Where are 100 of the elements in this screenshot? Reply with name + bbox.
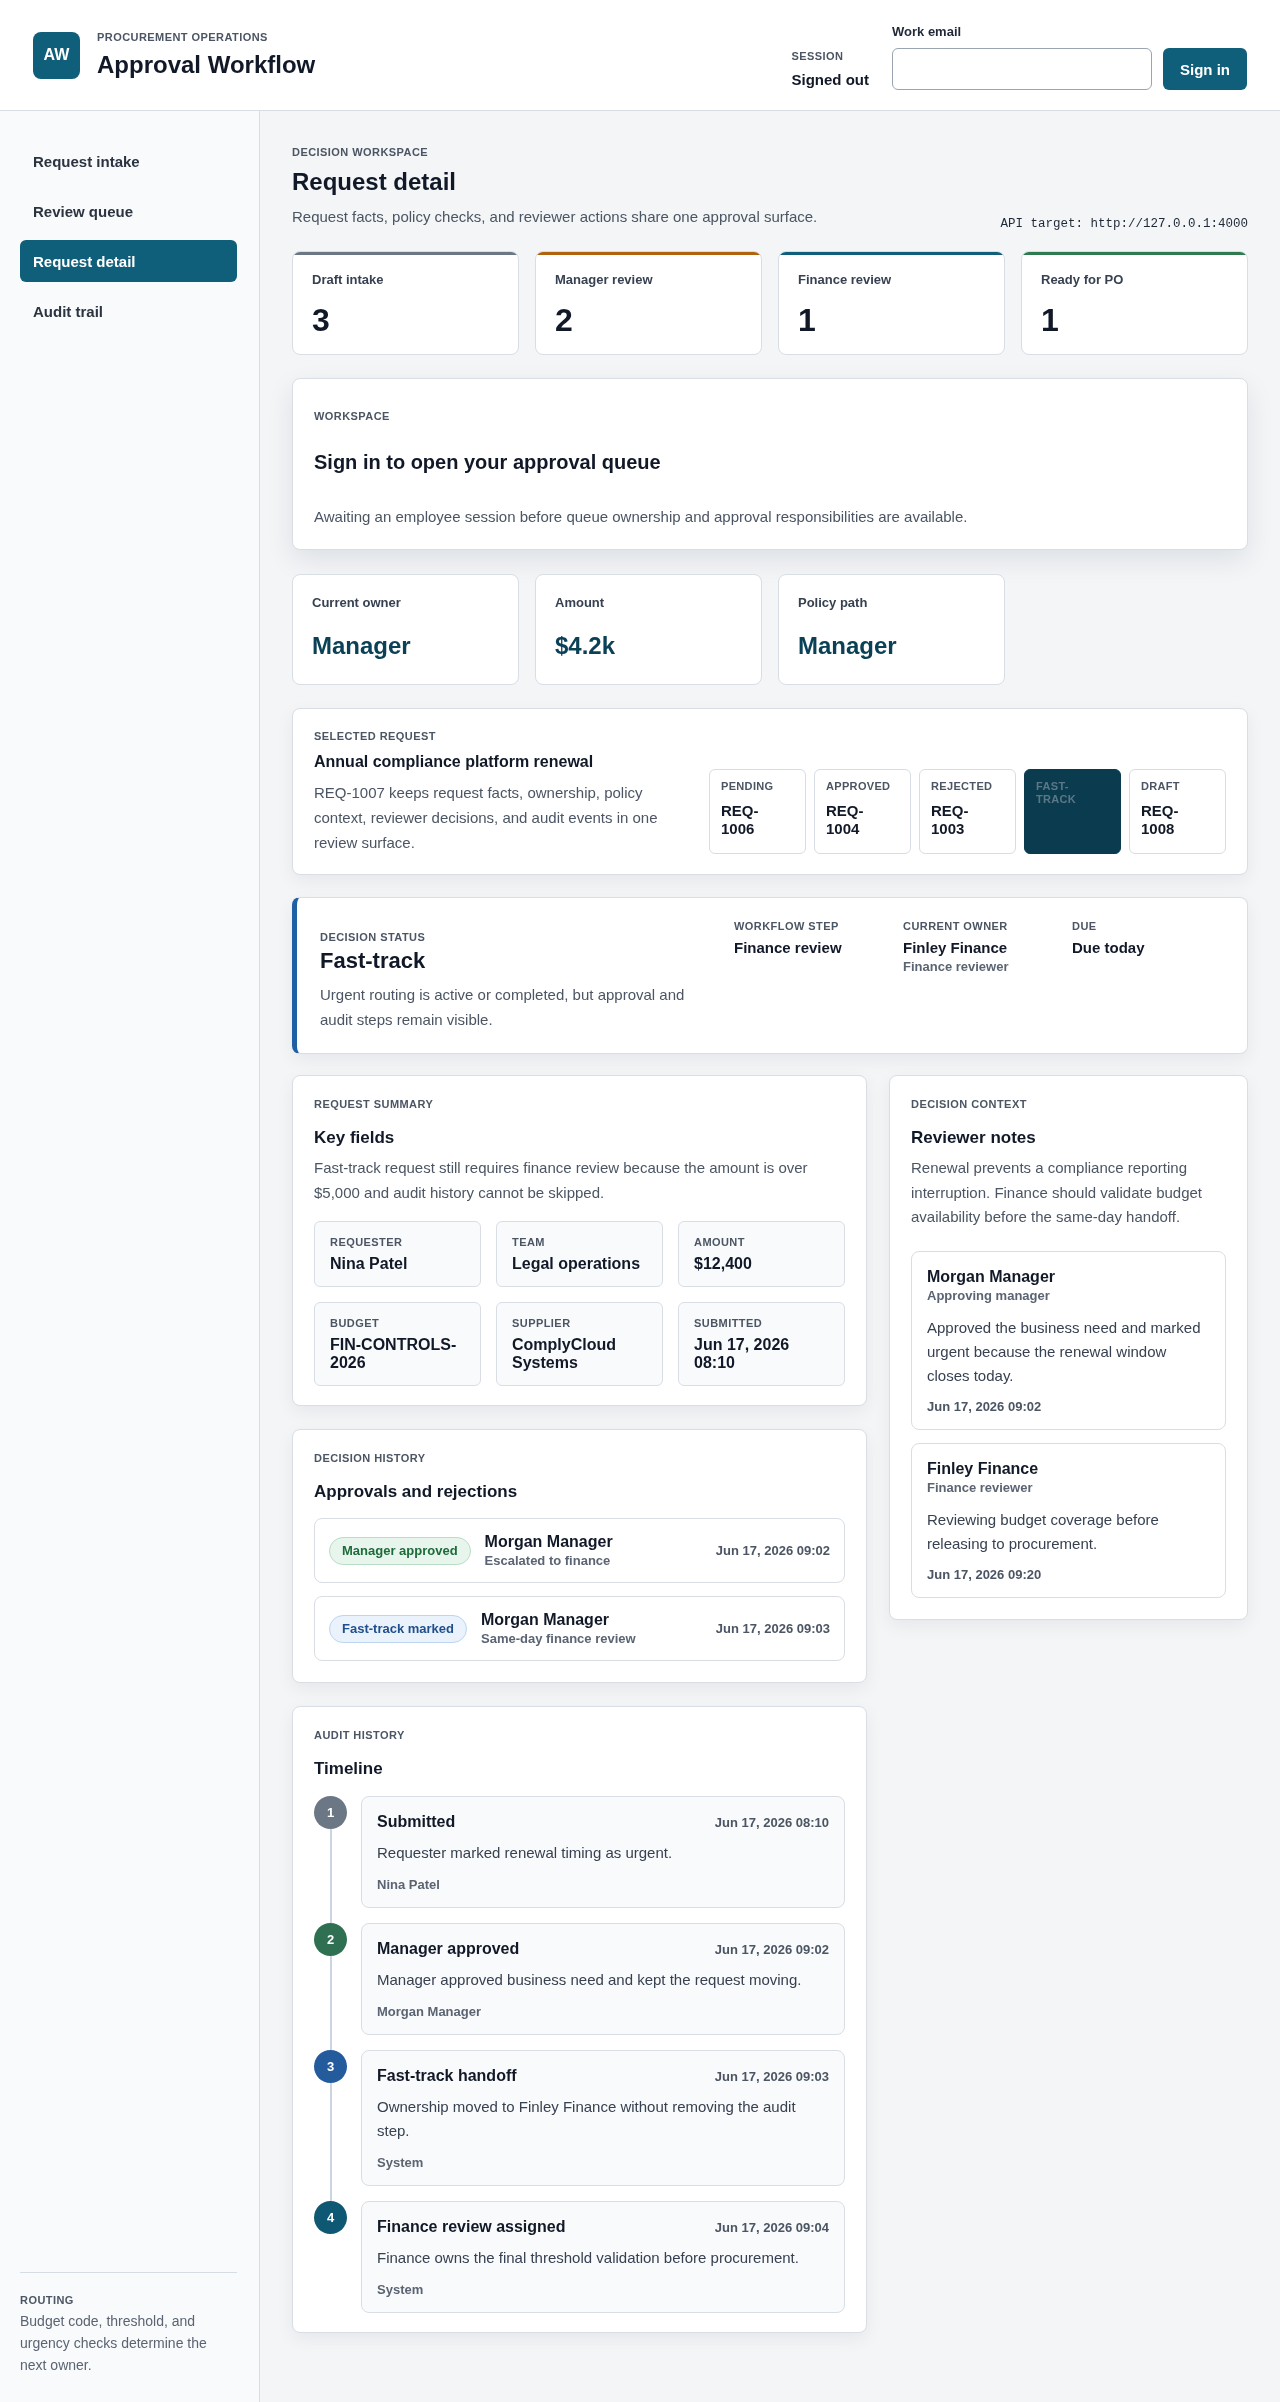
sidebar-item[interactable]: Request intake	[20, 140, 237, 182]
event-title: Finance review assigned	[377, 2217, 566, 2237]
routing-text: Budget code, threshold, and urgency checks determine the next owner.	[20, 2312, 208, 2375]
field-value: Nina Patel	[330, 1255, 409, 1273]
meta-label: CURRENT OWNER	[903, 920, 1009, 933]
status-description: Urgent routing is active or completed, but approval and audit steps remain visible.	[320, 985, 686, 1030]
card-title: Key fields	[314, 1127, 396, 1148]
sidebar-item[interactable]: Audit trail	[20, 290, 237, 332]
field-value: FIN-CONTROLS-2026	[330, 1336, 458, 1372]
event-text: Ownership moved to Finley Finance without removing the audit step.	[377, 2097, 797, 2141]
meta-value: Finley Finance	[903, 939, 1009, 957]
note-author: Morgan Manager	[927, 1266, 1056, 1287]
field-value: ComplyCloud Systems	[512, 1336, 617, 1372]
request-title: Annual compliance platform renewal	[314, 752, 595, 772]
event-title: Manager approved	[377, 1939, 520, 1959]
note-time: Jun 17, 2026 09:20	[927, 1566, 1043, 1583]
request-chip[interactable]: APPROVED REQ-1004	[814, 769, 911, 854]
event-actor: Morgan Manager	[377, 2003, 482, 2020]
stage-count: 1	[1041, 302, 1060, 338]
app-title: Approval Workflow	[97, 51, 316, 79]
field-label: SUPPLIER	[512, 1317, 572, 1330]
event-actor: System	[377, 2281, 425, 2298]
field-label: REQUESTER	[330, 1236, 404, 1249]
card-description: Fast-track request still requires finance review because the amount is over $5,000 and audit history cannot be skipped.	[314, 1158, 809, 1203]
api-target: API target: http://127.0.0.1:4000	[1000, 217, 1248, 231]
card-eyebrow: DECISION STATUS	[320, 931, 427, 944]
event-text: Finance owns the final threshold validation before procurement.	[377, 2248, 800, 2268]
metric-label: Policy path	[798, 595, 869, 611]
card-title: Reviewer notes	[911, 1127, 1037, 1148]
page-eyebrow: DECISION WORKSPACE	[292, 146, 430, 159]
stage-label: Ready for PO	[1041, 272, 1125, 288]
decision-actor: Morgan Manager	[481, 1610, 610, 1629]
card-eyebrow: WORKSPACE	[314, 410, 391, 423]
stage-label: Finance review	[798, 272, 893, 288]
note-text: Approved the business need and marked urgent because the renewal window closes today.	[927, 1317, 1202, 1386]
sign-in-button[interactable]: Sign in	[1163, 48, 1247, 90]
decision-note: Same-day finance review	[481, 1631, 637, 1647]
decision-time: Jun 17, 2026 09:02	[715, 1542, 830, 1559]
note-role: Approving manager	[927, 1287, 1051, 1304]
event-time: Jun 17, 2026 09:03	[714, 2069, 829, 2085]
step-number: 2	[314, 1923, 347, 1956]
page-title: Request detail	[292, 168, 458, 196]
event-text: Requester marked renewal timing as urgent.	[377, 1843, 674, 1863]
card-title: Timeline	[314, 1758, 384, 1779]
card-eyebrow: REQUEST SUMMARY	[314, 1098, 435, 1111]
app-logo: AW	[33, 31, 80, 79]
step-number: 3	[314, 2050, 347, 2083]
metric-value: Manager	[312, 632, 412, 660]
event-title: Submitted	[377, 1812, 456, 1832]
metric-label: Amount	[555, 595, 606, 611]
meta-detail: Finance reviewer	[903, 959, 1010, 975]
meta-label: DUE	[1072, 920, 1098, 933]
request-chip[interactable]: DRAFT REQ-1008	[1129, 769, 1226, 854]
metric-value: $4.2k	[555, 632, 617, 660]
step-number: 4	[314, 2201, 347, 2234]
event-time: Jun 17, 2026 09:04	[714, 2220, 829, 2236]
session-label: SESSION	[791, 50, 845, 63]
card-title: Approvals and rejections	[314, 1481, 519, 1502]
event-actor: System	[377, 2154, 425, 2171]
stage-count: 1	[798, 302, 817, 338]
decision-note: Escalated to finance	[484, 1553, 612, 1569]
meta-value: Finance review	[734, 939, 843, 957]
request-chip[interactable]: PENDING REQ-1006	[709, 769, 806, 854]
note-text: Reviewing budget coverage before releasing to procurement.	[927, 1509, 1160, 1554]
stage-label: Draft intake	[312, 272, 385, 288]
note-time: Jun 17, 2026 09:02	[927, 1398, 1043, 1415]
event-actor: Nina Patel	[377, 1876, 441, 1893]
workspace-text: Awaiting an employee session before queue ownership and approval responsibilities are available.	[314, 507, 969, 527]
event-time: Jun 17, 2026 08:10	[714, 1815, 829, 1831]
routing-title: ROUTING	[20, 2294, 75, 2307]
field-value: $12,400	[694, 1255, 753, 1273]
email-field[interactable]	[892, 48, 1152, 90]
sidebar-item[interactable]: Request detail	[20, 240, 237, 282]
field-value: Jun 17, 2026 08:10	[694, 1336, 791, 1372]
event-time: Jun 17, 2026 09:02	[714, 1942, 829, 1958]
event-text: Manager approved business need and kept the request moving.	[377, 1970, 803, 1990]
step-number: 1	[314, 1796, 347, 1829]
event-title: Fast-track handoff	[377, 2066, 517, 2086]
sidebar-item[interactable]: Review queue	[20, 190, 237, 232]
card-eyebrow: SELECTED REQUEST	[314, 730, 437, 743]
request-chip[interactable]: REJECTED REQ-1003	[919, 769, 1016, 854]
stage-label: Manager review	[555, 272, 654, 288]
email-label: Work email	[892, 24, 963, 39]
meta-value: Due today	[1072, 939, 1146, 957]
card-eyebrow: DECISION CONTEXT	[911, 1098, 1028, 1111]
decision-actor: Morgan Manager	[484, 1532, 614, 1551]
decision-badge: Fast-track marked	[329, 1614, 467, 1643]
metric-value: Manager	[798, 632, 898, 660]
meta-label: WORKFLOW STEP	[734, 920, 840, 933]
note-author: Finley Finance	[927, 1458, 1040, 1479]
note-role: Finance reviewer	[927, 1479, 1034, 1496]
decision-badge: Manager approved	[329, 1536, 471, 1565]
field-label: TEAM	[512, 1236, 546, 1249]
status-title: Fast-track	[320, 948, 427, 974]
request-description: REQ-1007 keeps request facts, ownership, policy context, reviewer decisions, and audit events in one review surface.	[314, 783, 659, 853]
page-subtitle: Request facts, policy checks, and reviewer actions share one approval surface.	[292, 207, 818, 227]
workspace-title: Sign in to open your approval queue	[314, 450, 662, 474]
card-eyebrow: AUDIT HISTORY	[314, 1729, 406, 1742]
card-eyebrow: DECISION HISTORY	[314, 1452, 427, 1465]
field-label: AMOUNT	[694, 1236, 746, 1249]
